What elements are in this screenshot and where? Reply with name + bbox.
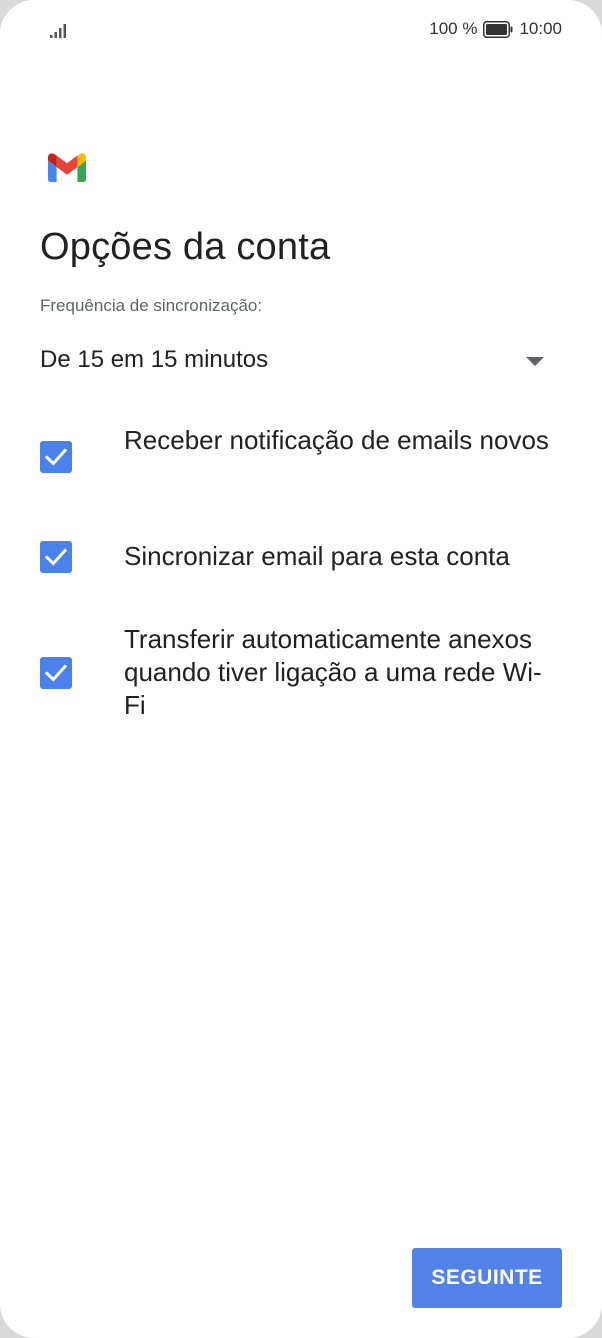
page-title: Opções da conta: [40, 226, 331, 268]
sync-frequency-dropdown[interactable]: De 15 em 15 minutos: [40, 336, 550, 386]
checkmark-icon: [45, 548, 67, 566]
option-label-auto-download-attachments: Transferir automaticamente anexos quando…: [124, 624, 542, 720]
checkmark-icon: [45, 664, 67, 682]
dropdown-arrow-icon: [526, 357, 544, 366]
sync-frequency-value: De 15 em 15 minutos: [40, 346, 269, 373]
signal-icon: [50, 24, 66, 38]
option-new-mail-notification[interactable]: Receber notificação de emails novos: [40, 424, 560, 490]
clock: 10:00: [519, 19, 562, 38]
option-label-sync-email: Sincronizar email para esta conta: [124, 541, 510, 571]
phone-screen: 100 % 10:00 Opções da conta Frequência d…: [0, 0, 602, 1338]
option-sync-email[interactable]: Sincronizar email para esta conta: [40, 540, 560, 573]
option-label-notify-new-mail: Receber notificação de emails novos: [124, 425, 549, 455]
checkbox-auto-download-attachments[interactable]: [40, 657, 72, 689]
battery-icon: [483, 20, 513, 38]
next-button[interactable]: SEGUINTE: [412, 1248, 562, 1308]
gmail-logo-icon: [48, 153, 86, 182]
sync-frequency-label: Frequência de sincronização:: [40, 296, 263, 315]
status-bar: 100 % 10:00: [0, 0, 602, 60]
checkbox-notify-new-mail[interactable]: [40, 441, 72, 473]
status-right: 100 % 10:00: [429, 19, 562, 39]
checkbox-sync-email[interactable]: [40, 541, 72, 573]
checkmark-icon: [45, 448, 67, 466]
battery-percent: 100 %: [429, 19, 478, 38]
option-auto-download-attachments[interactable]: Transferir automaticamente anexos quando…: [40, 623, 560, 722]
